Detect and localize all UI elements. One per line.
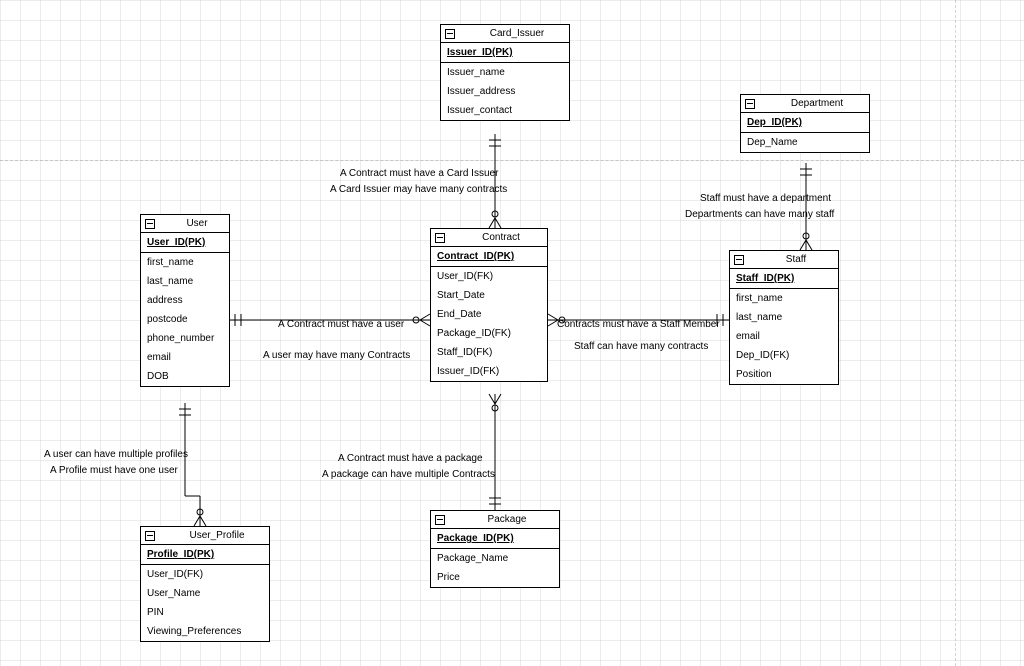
entity-attr: User_ID(FK): [431, 267, 547, 286]
entity-title: User_Profile: [161, 530, 265, 541]
entity-attr: phone_number: [141, 329, 229, 348]
entity-title: Department: [761, 98, 865, 109]
entity-attr: PIN: [141, 603, 269, 622]
entity-title: Package: [451, 514, 555, 525]
entity-attr: first_name: [730, 289, 838, 308]
guide-hline: [0, 160, 1024, 161]
entity-pk: User_ID(PK): [141, 233, 229, 253]
entity-attr: Package_ID(FK): [431, 324, 547, 343]
entity-attr: address: [141, 291, 229, 310]
entity-attr: Price: [431, 568, 559, 587]
rel-label: Departments can have many staff: [685, 208, 834, 222]
entity-attr: Issuer_contact: [441, 101, 569, 120]
rel-label: A package can have multiple Contracts: [322, 468, 495, 482]
rel-label: A Contract must have a user: [278, 318, 404, 332]
rel-label: A user may have many Contracts: [263, 349, 410, 363]
entity-attr: Staff_ID(FK): [431, 343, 547, 362]
entity-attr: Dep_Name: [741, 133, 869, 152]
entity-attr: email: [141, 348, 229, 367]
entity-pk: Contract_ID(PK): [431, 247, 547, 267]
entity-attr: End_Date: [431, 305, 547, 324]
entity-attr: Package_Name: [431, 549, 559, 568]
entity-attr: first_name: [141, 253, 229, 272]
entity-card-issuer[interactable]: Card_Issuer Issuer_ID(PK) Issuer_name Is…: [440, 24, 570, 121]
rel-label: A user can have multiple profiles: [44, 448, 188, 462]
entity-attr: last_name: [730, 308, 838, 327]
entity-attr: Position: [730, 365, 838, 384]
collapse-icon[interactable]: [745, 99, 755, 109]
entity-package[interactable]: Package Package_ID(PK) Package_Name Pric…: [430, 510, 560, 588]
entity-contract[interactable]: Contract Contract_ID(PK) User_ID(FK) Sta…: [430, 228, 548, 382]
entity-title: Card_Issuer: [461, 28, 565, 39]
entity-attr: Issuer_name: [441, 63, 569, 82]
guide-vline: [955, 0, 956, 666]
rel-label: Staff can have many contracts: [574, 340, 708, 354]
entity-attr: Viewing_Preferences: [141, 622, 269, 641]
entity-attr: Start_Date: [431, 286, 547, 305]
collapse-icon[interactable]: [734, 255, 744, 265]
entity-attr: Dep_ID(FK): [730, 346, 838, 365]
entity-pk: Profile_ID(PK): [141, 545, 269, 565]
entity-attr: User_Name: [141, 584, 269, 603]
entity-department[interactable]: Department Dep_ID(PK) Dep_Name: [740, 94, 870, 153]
entity-attr: User_ID(FK): [141, 565, 269, 584]
entity-attr: email: [730, 327, 838, 346]
entity-pk: Dep_ID(PK): [741, 113, 869, 133]
entity-attr: Issuer_ID(FK): [431, 362, 547, 381]
rel-label: A Contract must have a package: [338, 452, 483, 466]
entity-pk: Package_ID(PK): [431, 529, 559, 549]
collapse-icon[interactable]: [435, 515, 445, 525]
collapse-icon[interactable]: [445, 29, 455, 39]
entity-attr: postcode: [141, 310, 229, 329]
rel-label: A Profile must have one user: [50, 464, 178, 478]
entity-user[interactable]: User User_ID(PK) first_name last_name ad…: [140, 214, 230, 387]
collapse-icon[interactable]: [145, 531, 155, 541]
rel-label: A Card Issuer may have many contracts: [330, 183, 507, 197]
rel-label: Contracts must have a Staff Member: [557, 318, 720, 332]
entity-title: User: [161, 218, 225, 229]
entity-pk: Issuer_ID(PK): [441, 43, 569, 63]
entity-staff[interactable]: Staff Staff_ID(PK) first_name last_name …: [729, 250, 839, 385]
entity-attr: last_name: [141, 272, 229, 291]
collapse-icon[interactable]: [145, 219, 155, 229]
entity-title: Contract: [451, 232, 543, 243]
entity-title: Staff: [750, 254, 834, 265]
rel-label: A Contract must have a Card Issuer: [340, 167, 498, 181]
entity-user-profile[interactable]: User_Profile Profile_ID(PK) User_ID(FK) …: [140, 526, 270, 642]
entity-attr: Issuer_address: [441, 82, 569, 101]
rel-label: Staff must have a department: [700, 192, 831, 206]
entity-attr: DOB: [141, 367, 229, 386]
collapse-icon[interactable]: [435, 233, 445, 243]
entity-pk: Staff_ID(PK): [730, 269, 838, 289]
